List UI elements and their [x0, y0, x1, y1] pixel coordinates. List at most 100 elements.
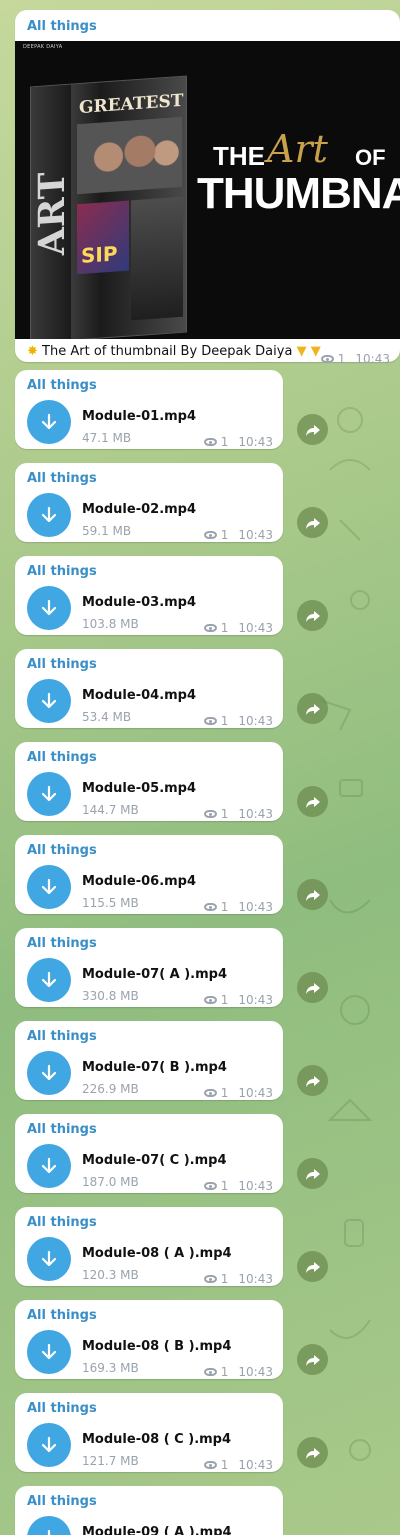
forward-arrow-icon: [305, 703, 320, 715]
forward-arrow-icon: [305, 796, 320, 808]
download-button[interactable]: [27, 1330, 71, 1374]
file-name[interactable]: Module-08 ( B ).mp4: [82, 1339, 231, 1354]
forward-button[interactable]: [297, 1344, 328, 1375]
forward-button[interactable]: [297, 1437, 328, 1468]
download-button[interactable]: [27, 1423, 71, 1467]
file-size: 53.4 MB: [82, 710, 132, 724]
download-button[interactable]: [27, 865, 71, 909]
file-size: 103.8 MB: [82, 617, 139, 631]
download-button[interactable]: [27, 1051, 71, 1095]
sender-name[interactable]: All things: [27, 1029, 97, 1044]
forward-button[interactable]: [297, 786, 328, 817]
forward-arrow-icon: [305, 1168, 320, 1180]
eye-icon: [203, 624, 217, 632]
message-time: 10:43: [238, 1272, 273, 1286]
forward-button[interactable]: [297, 879, 328, 910]
file-message-bubble: All things Module-07( A ).mp4 330.8 MB 1 10:…: [15, 928, 283, 1007]
file-name[interactable]: Module-04.mp4: [82, 688, 196, 703]
forward-button[interactable]: [297, 972, 328, 1003]
file-message-bubble: All things Module-08 ( C ).mp4 121.7 MB 1 10…: [15, 1393, 283, 1472]
sender-name[interactable]: All things: [27, 1215, 97, 1230]
sender-name[interactable]: All things: [27, 1401, 97, 1416]
download-button[interactable]: [27, 586, 71, 630]
file-name[interactable]: Module-06.mp4: [82, 874, 196, 889]
file-name[interactable]: Module-08 ( A ).mp4: [82, 1246, 232, 1261]
download-arrow-icon: [41, 1064, 57, 1081]
download-button[interactable]: [27, 1237, 71, 1281]
sparkle-icon: ✸: [27, 344, 38, 359]
sender-name[interactable]: All things: [27, 19, 97, 34]
download-arrow-icon: [41, 878, 57, 895]
sender-name[interactable]: All things: [27, 843, 97, 858]
sender-name[interactable]: All things: [27, 936, 97, 951]
course-box-artwork: ART GREATEST SIP: [30, 75, 187, 339]
download-arrow-icon: [41, 506, 57, 523]
forward-button[interactable]: [297, 507, 328, 538]
sender-name[interactable]: All things: [27, 378, 97, 393]
download-arrow-icon: [47, 1529, 51, 1535]
box-portrait-artwork: [131, 196, 183, 321]
file-name[interactable]: Module-09 ( A ).mp4: [82, 1525, 232, 1535]
forward-arrow-icon: [305, 889, 320, 901]
thumbnail-title-main: THUMBNAIL: [197, 169, 400, 218]
file-meta: 1 10:43: [203, 1365, 273, 1379]
file-meta: 1 10:43: [203, 714, 273, 728]
file-message-bubble: All things Module-08 ( A ).mp4 120.3 MB 1 10…: [15, 1207, 283, 1286]
view-count: 1: [220, 621, 229, 635]
sender-name[interactable]: All things: [27, 1308, 97, 1323]
message-time: 10:43: [355, 352, 390, 366]
download-button[interactable]: [27, 1516, 71, 1535]
file-message-bubble: All things Module-02.mp4 59.1 MB 1 10:43: [15, 463, 283, 542]
sender-name[interactable]: All things: [27, 1494, 97, 1509]
file-name[interactable]: Module-02.mp4: [82, 502, 196, 517]
sender-name[interactable]: All things: [27, 564, 97, 579]
file-name[interactable]: Module-07( A ).mp4: [82, 967, 227, 982]
forward-button[interactable]: [297, 693, 328, 724]
thumbnail-brand-text: DEEPAK DAIYA: [23, 44, 63, 50]
forward-button[interactable]: [297, 600, 328, 631]
file-name[interactable]: Module-07( B ).mp4: [82, 1060, 227, 1075]
eye-icon: [203, 810, 217, 818]
message-time: 10:43: [238, 807, 273, 821]
file-message-bubble: All things Module-05.mp4 144.7 MB 1 10:43: [15, 742, 283, 821]
download-button[interactable]: [27, 772, 71, 816]
download-arrow-icon: [41, 1250, 57, 1267]
forward-button[interactable]: [297, 414, 328, 445]
forward-button[interactable]: [297, 1065, 328, 1096]
sender-name[interactable]: All things: [27, 750, 97, 765]
file-size: 59.1 MB: [82, 524, 132, 538]
forward-arrow-icon: [305, 1075, 320, 1087]
sender-name[interactable]: All things: [27, 657, 97, 672]
eye-icon: [203, 1461, 217, 1469]
eye-icon: [203, 996, 217, 1004]
file-message-bubble: All things Module-01.mp4 47.1 MB 1 10:43: [15, 370, 283, 449]
download-button[interactable]: [27, 679, 71, 723]
file-meta: 1 10:43: [203, 993, 273, 1007]
course-thumbnail-image[interactable]: DEEPAK DAIYA ART GREATEST SIP THE Art OF…: [15, 41, 400, 339]
forward-button[interactable]: [297, 1158, 328, 1189]
message-time: 10:43: [238, 1458, 273, 1472]
message-time: 10:43: [238, 621, 273, 635]
file-name[interactable]: Module-07( C ).mp4: [82, 1153, 227, 1168]
view-count: 1: [220, 900, 229, 914]
file-name[interactable]: Module-03.mp4: [82, 595, 196, 610]
forward-arrow-icon: [305, 982, 320, 994]
sender-name[interactable]: All things: [27, 1122, 97, 1137]
view-count: 1: [220, 1365, 229, 1379]
forward-arrow-icon: [305, 517, 320, 529]
file-name[interactable]: Module-05.mp4: [82, 781, 196, 796]
download-arrow-icon: [41, 1436, 57, 1453]
download-arrow-icon: [41, 413, 57, 430]
download-arrow-icon: [41, 692, 57, 709]
file-name[interactable]: Module-08 ( C ).mp4: [82, 1432, 231, 1447]
box-spine-text: ART: [31, 84, 73, 339]
sender-name[interactable]: All things: [27, 471, 97, 486]
thumbnail-title-of: OF: [355, 145, 386, 170]
file-name[interactable]: Module-01.mp4: [82, 409, 196, 424]
download-button[interactable]: [27, 958, 71, 1002]
download-button[interactable]: [27, 1144, 71, 1188]
file-size: 187.0 MB: [82, 1175, 139, 1189]
download-button[interactable]: [27, 493, 71, 537]
download-button[interactable]: [27, 400, 71, 444]
forward-button[interactable]: [297, 1251, 328, 1282]
